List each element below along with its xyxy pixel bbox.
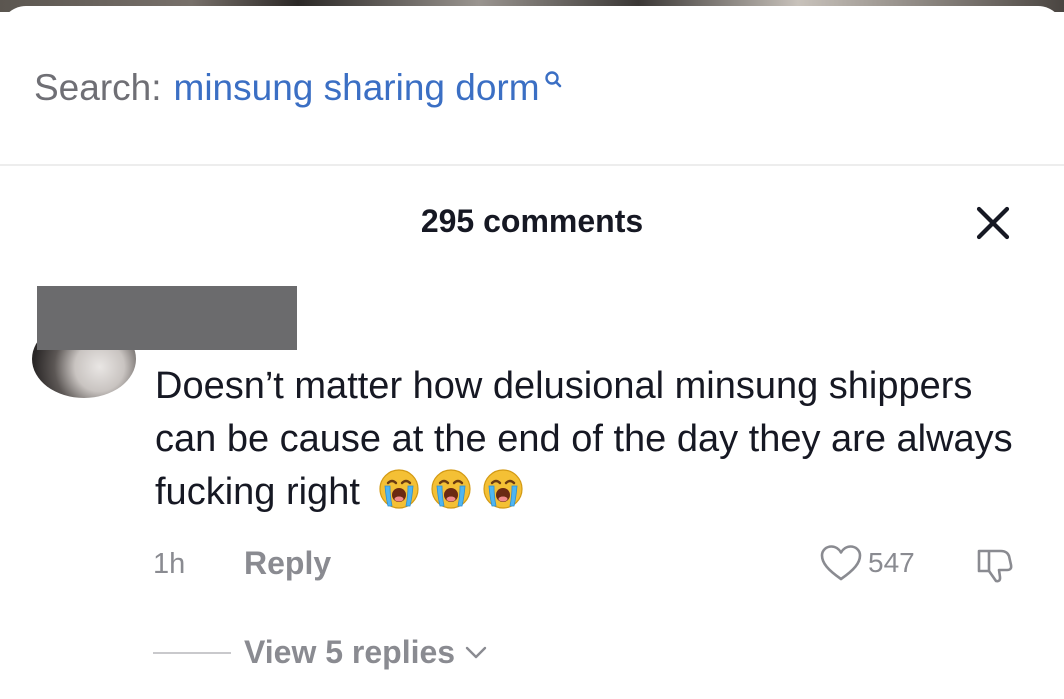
loudly-crying-face-icon: [379, 469, 420, 509]
close-icon: [976, 206, 1010, 240]
view-replies-label: View 5 replies: [244, 634, 456, 670]
like-count: 547: [868, 547, 915, 578]
comment-text: Doesn’t matter how delusional minsung sh…: [155, 365, 1013, 513]
chevron-down-icon: [465, 646, 487, 659]
loudly-crying-face-icon: [483, 469, 524, 509]
search-query[interactable]: minsung sharing dorm: [174, 62, 540, 114]
replies-divider-line: [153, 652, 231, 654]
heart-icon: [820, 545, 862, 581]
search-prefix: Search:: [34, 67, 162, 108]
header-divider: [0, 164, 1064, 166]
comments-count-title: 295 comments: [420, 203, 644, 239]
search-icon[interactable]: [544, 70, 562, 94]
comment-timestamp: 1h: [153, 548, 186, 580]
emoji-group: [378, 468, 524, 510]
view-replies-button[interactable]: View 5 replies: [244, 630, 489, 674]
dislike-icon: [977, 549, 1013, 583]
close-button[interactable]: [971, 201, 1015, 245]
comment-body: Doesn’t matter how delusional minsung sh…: [155, 360, 1025, 519]
like-button[interactable]: 547: [818, 543, 915, 583]
search-bar[interactable]: Search: minsung sharing dorm: [34, 62, 562, 114]
loudly-crying-face-icon: [431, 469, 472, 509]
dislike-button[interactable]: [973, 545, 1015, 585]
reply-button[interactable]: Reply: [244, 542, 331, 584]
username-redaction: [37, 286, 297, 350]
